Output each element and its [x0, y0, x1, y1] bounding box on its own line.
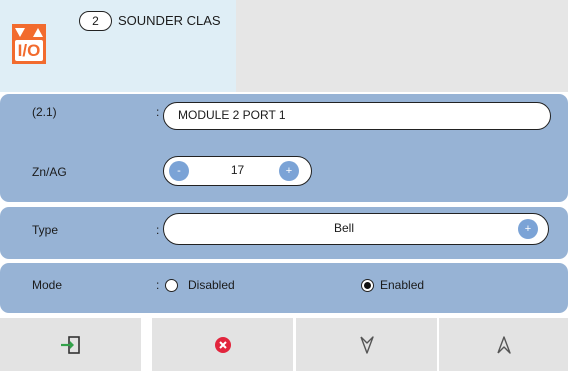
zone-title: SOUNDER CLAS	[118, 13, 221, 28]
header-info-area: I/O 2 SOUNDER CLAS	[0, 0, 236, 92]
address-colon: :	[156, 105, 160, 119]
zone-number-badge: 2	[79, 11, 112, 31]
zone-decrement-button[interactable]: -	[169, 161, 189, 181]
down-arrow-icon	[359, 335, 374, 354]
header-blank-area	[236, 0, 568, 92]
mode-disabled-label[interactable]: Disabled	[188, 277, 235, 293]
io-icon-label: I/O	[15, 40, 43, 61]
zone-stepper[interactable]: 17 - +	[163, 156, 312, 186]
scroll-up-button[interactable]	[439, 318, 568, 371]
module-description-field[interactable]: MODULE 2 PORT 1	[163, 102, 551, 130]
address-label: (2.1)	[32, 105, 57, 119]
exit-icon	[60, 335, 80, 354]
zone-increment-button[interactable]: +	[279, 161, 299, 181]
type-label: Type	[32, 223, 59, 237]
cancel-button[interactable]	[152, 318, 293, 371]
up-arrow-icon	[496, 335, 511, 354]
mode-colon: :	[156, 278, 160, 292]
type-value: Bell	[333, 221, 354, 235]
type-selector[interactable]: Bell +	[163, 213, 549, 245]
mode-label: Mode	[32, 278, 63, 292]
cancel-icon	[214, 336, 231, 353]
scroll-down-button[interactable]	[296, 318, 437, 371]
io-module-icon: I/O	[12, 24, 46, 64]
type-colon: :	[156, 223, 160, 237]
mode-disabled-radio[interactable]	[165, 279, 178, 292]
exit-button[interactable]	[0, 318, 141, 371]
bottom-toolbar	[0, 318, 568, 371]
header: I/O 2 SOUNDER CLAS	[0, 0, 568, 92]
zone-label: Zn/AG	[32, 165, 67, 179]
mode-panel: Mode : Disabled Enabled	[0, 263, 568, 313]
type-next-button[interactable]: +	[518, 219, 538, 239]
mode-enabled-label[interactable]: Enabled	[380, 277, 424, 293]
address-panel: (2.1) : MODULE 2 PORT 1 Zn/AG 17 - +	[0, 94, 568, 202]
mode-enabled-radio[interactable]	[361, 279, 374, 292]
io-arrows-icon	[15, 28, 43, 37]
type-panel: Type : Bell +	[0, 207, 568, 259]
